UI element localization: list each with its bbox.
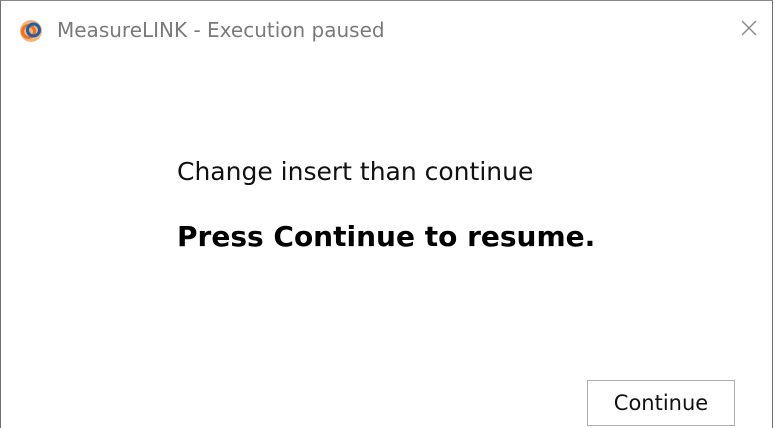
dialog-message: Change insert than continue — [177, 157, 534, 186]
dialog-window: MeasureLINK - Execution paused Change in… — [0, 0, 773, 428]
continue-button[interactable]: Continue — [587, 380, 735, 426]
close-icon — [741, 20, 757, 36]
window-title: MeasureLINK - Execution paused — [57, 18, 385, 42]
title-bar[interactable]: MeasureLINK - Execution paused — [1, 1, 772, 57]
dialog-instruction: Press Continue to resume. — [177, 220, 596, 253]
measurelink-logo-icon — [19, 19, 43, 43]
close-button[interactable] — [732, 11, 766, 45]
